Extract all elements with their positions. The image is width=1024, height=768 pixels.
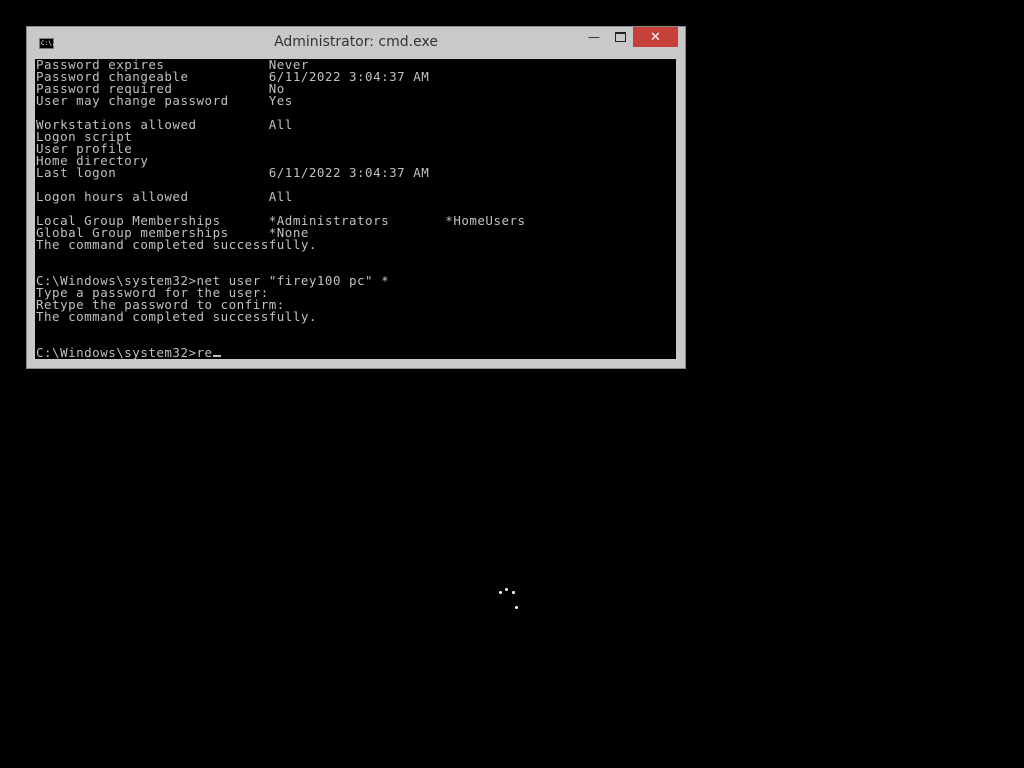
close-icon: ✕ bbox=[650, 29, 661, 45]
loading-spinner-icon bbox=[496, 586, 520, 614]
prompt-input-text: C:\Windows\system32>re bbox=[36, 345, 213, 359]
minimize-icon: — bbox=[588, 30, 600, 44]
maximize-button[interactable] bbox=[607, 27, 633, 47]
text-cursor bbox=[212, 355, 221, 357]
console-line: Last logon 6/11/2022 3:04:37 AM bbox=[36, 165, 430, 180]
minimize-button[interactable]: — bbox=[581, 27, 607, 47]
console-line: Workstations allowed All bbox=[36, 117, 293, 132]
title-bar[interactable]: C:\. Administrator: cmd.exe — ✕ bbox=[27, 27, 685, 59]
console-line: The command completed successfully. bbox=[36, 309, 317, 324]
console-output[interactable]: Password expires Never Password changeabl… bbox=[35, 59, 676, 359]
command-prompt[interactable]: C:\Windows\system32>re bbox=[36, 345, 676, 359]
console-line: The command completed successfully. bbox=[36, 237, 317, 252]
console-line: Logon script bbox=[36, 129, 133, 144]
console-line: Logon hours allowed All bbox=[36, 189, 293, 204]
console-line: User may change password Yes bbox=[36, 93, 293, 108]
maximize-icon bbox=[614, 32, 626, 42]
scrollbar[interactable] bbox=[676, 59, 680, 359]
close-button[interactable]: ✕ bbox=[633, 27, 678, 47]
cmd-window[interactable]: C:\. Administrator: cmd.exe — ✕ Password… bbox=[26, 26, 686, 369]
